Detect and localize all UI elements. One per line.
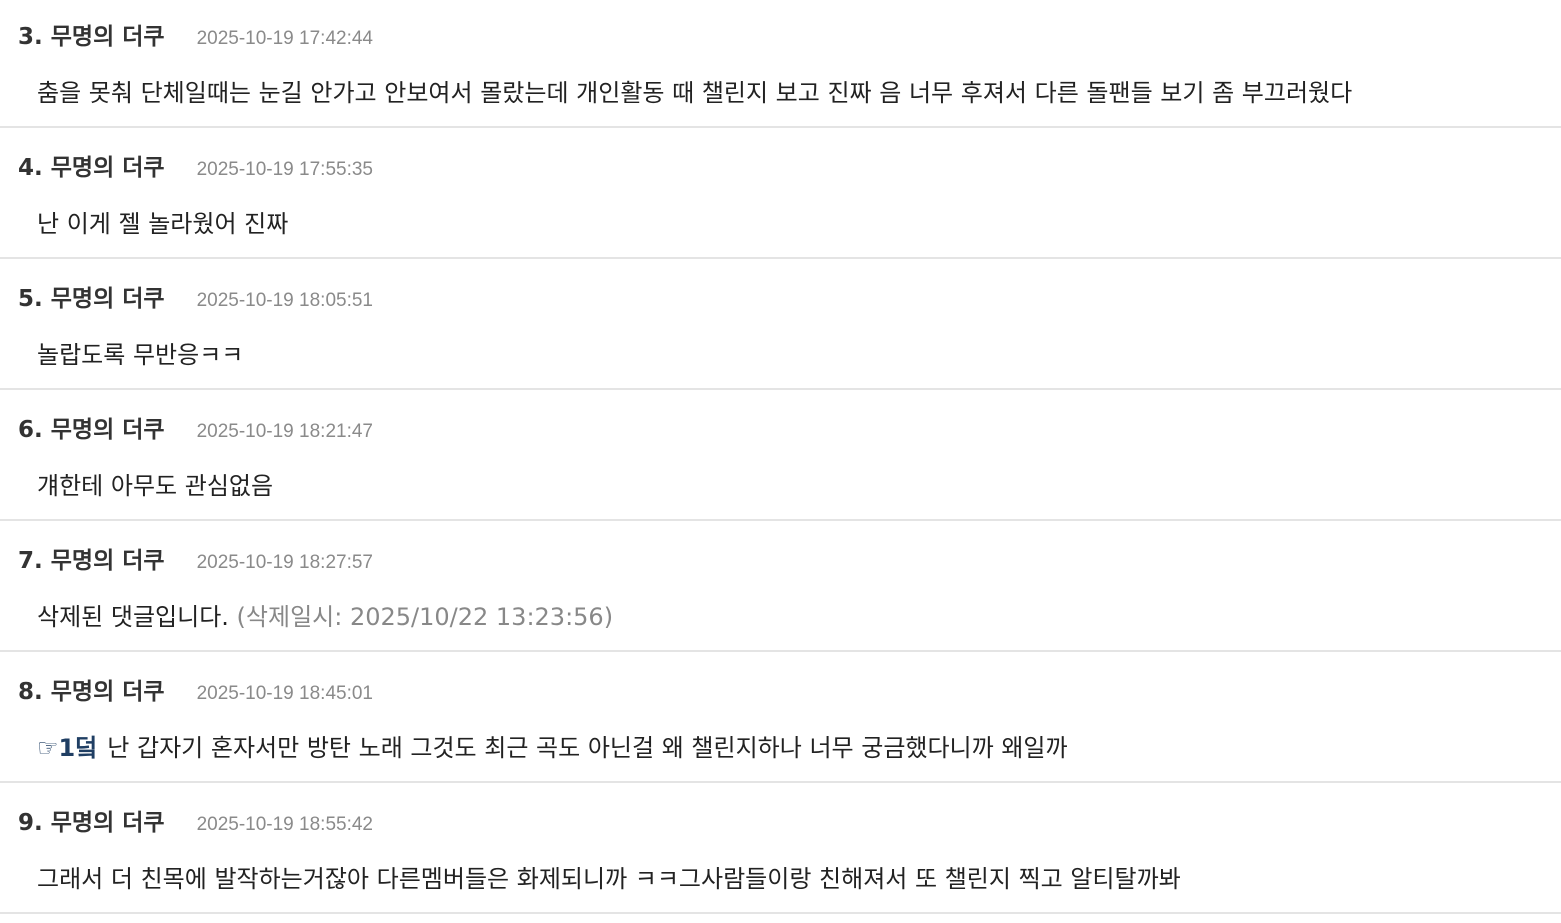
comment-text: 그래서 더 친목에 발작하는거잖아 다른멤버들은 화제되니까 ㅋㅋ그사람들이랑 … xyxy=(37,865,1181,893)
comment-header: 8. 무명의 더쿠 2025-10-19 18:45:01 xyxy=(18,672,373,706)
comment-text: 춤을 못춰 단체일때는 눈길 안가고 안보여서 몰랐는데 개인활동 때 챌린지 … xyxy=(37,79,1353,107)
comment-timestamp: 2025-10-19 18:21:47 xyxy=(196,421,373,442)
deleted-comment-label: 삭제된 댓글입니다. xyxy=(37,603,229,631)
comment-header: 5. 무명의 더쿠 2025-10-19 18:05:51 xyxy=(18,279,373,313)
comment-timestamp: 2025-10-19 18:27:57 xyxy=(196,552,373,573)
comment-timestamp: 2025-10-19 18:45:01 xyxy=(196,683,373,704)
comment-number: 4. xyxy=(18,155,43,181)
reply-text: 난 갑자기 혼자서만 방탄 노래 그것도 최근 곡도 아닌걸 왜 챌린지하나 너… xyxy=(107,734,1068,762)
comment-text: 난 이게 젤 놀라웠어 진짜 xyxy=(37,210,289,238)
comment-item: 8. 무명의 더쿠 2025-10-19 18:45:01 ☞1덬 난 갑자기 혼… xyxy=(0,652,1561,783)
comment-number: 5. xyxy=(18,286,43,312)
comment-number: 3. xyxy=(18,24,43,50)
comment-author[interactable]: 무명의 더쿠 xyxy=(51,541,165,575)
comment-header: 7. 무명의 더쿠 2025-10-19 18:27:57 xyxy=(18,541,373,575)
comment-text: 걔한테 아무도 관심없음 xyxy=(37,472,274,500)
comment-header: 6. 무명의 더쿠 2025-10-19 18:21:47 xyxy=(18,410,373,444)
comment-timestamp: 2025-10-19 17:55:35 xyxy=(196,159,373,180)
comment-list: 3. 무명의 더쿠 2025-10-19 17:42:44 춤을 못춰 단체일때… xyxy=(0,0,1561,914)
comment-item: 9. 무명의 더쿠 2025-10-19 18:55:42 그래서 더 친목에 … xyxy=(0,783,1561,914)
comment-text: ☞1덬 난 갑자기 혼자서만 방탄 노래 그것도 최근 곡도 아닌걸 왜 챌린지하… xyxy=(37,728,1068,763)
deleted-timestamp: (삭제일시: 2025/10/22 13:23:56) xyxy=(236,603,614,631)
comment-item: 5. 무명의 더쿠 2025-10-19 18:05:51 놀랍도록 무반응ㅋㅋ xyxy=(0,259,1561,390)
comment-number: 7. xyxy=(18,548,43,574)
comment-item: 4. 무명의 더쿠 2025-10-19 17:55:35 난 이게 젤 놀라웠… xyxy=(0,128,1561,259)
comment-author[interactable]: 무명의 더쿠 xyxy=(51,410,165,444)
comment-number: 8. xyxy=(18,679,43,705)
comment-timestamp: 2025-10-19 18:55:42 xyxy=(196,814,373,835)
comment-header: 3. 무명의 더쿠 2025-10-19 17:42:44 xyxy=(18,17,373,51)
comment-item: 3. 무명의 더쿠 2025-10-19 17:42:44 춤을 못춰 단체일때… xyxy=(0,0,1561,128)
comment-item: 6. 무명의 더쿠 2025-10-19 18:21:47 걔한테 아무도 관심… xyxy=(0,390,1561,521)
comment-header: 9. 무명의 더쿠 2025-10-19 18:55:42 xyxy=(18,803,373,837)
comment-number: 9. xyxy=(18,810,43,836)
comment-header: 4. 무명의 더쿠 2025-10-19 17:55:35 xyxy=(18,148,373,182)
comment-item: 7. 무명의 더쿠 2025-10-19 18:27:57 삭제된 댓글입니다.… xyxy=(0,521,1561,652)
comment-author[interactable]: 무명의 더쿠 xyxy=(51,279,165,313)
comment-author[interactable]: 무명의 더쿠 xyxy=(51,803,165,837)
reply-reference-link[interactable]: ☞1덬 xyxy=(37,734,97,762)
comment-author[interactable]: 무명의 더쿠 xyxy=(51,148,165,182)
comment-timestamp: 2025-10-19 17:42:44 xyxy=(196,28,373,49)
comment-number: 6. xyxy=(18,417,43,443)
comment-timestamp: 2025-10-19 18:05:51 xyxy=(196,290,373,311)
comment-author[interactable]: 무명의 더쿠 xyxy=(51,672,165,706)
comment-text: 놀랍도록 무반응ㅋㅋ xyxy=(37,341,244,369)
comment-text-deleted: 삭제된 댓글입니다. (삭제일시: 2025/10/22 13:23:56) xyxy=(37,597,613,632)
comment-author[interactable]: 무명의 더쿠 xyxy=(51,17,165,51)
